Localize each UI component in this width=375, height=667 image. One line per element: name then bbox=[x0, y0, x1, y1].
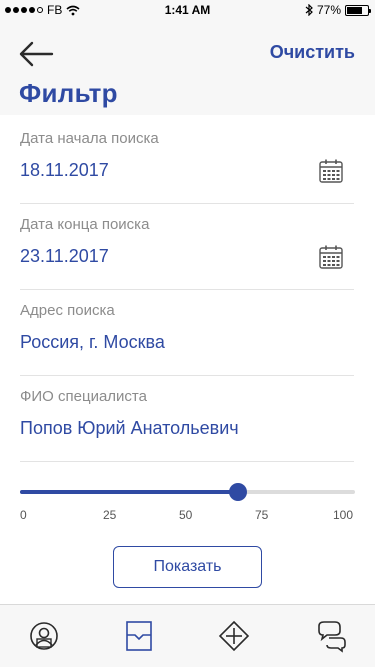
slider-thumb[interactable] bbox=[228, 483, 247, 501]
add-diamond-icon[interactable] bbox=[218, 619, 250, 653]
slider-fill bbox=[20, 490, 238, 494]
slider-tick: 0 bbox=[20, 508, 27, 522]
battery-icon bbox=[345, 4, 371, 16]
bluetooth-icon bbox=[305, 4, 313, 16]
status-right: 77% bbox=[305, 3, 371, 17]
address-field[interactable]: Адрес поиска Россия, г. Москва bbox=[20, 290, 354, 376]
end-date-value[interactable]: 23.11.2017 bbox=[20, 246, 109, 267]
profile-icon[interactable] bbox=[28, 619, 60, 653]
slider-tick: 50 bbox=[179, 508, 193, 522]
end-date-label: Дата конца поиска bbox=[20, 216, 150, 233]
address-label: Адрес поиска bbox=[20, 302, 115, 319]
specialist-name-field[interactable]: ФИО специалиста Попов Юрий Анатольевич bbox=[20, 376, 354, 462]
slider-tick: 75 bbox=[255, 508, 269, 522]
clear-button[interactable]: Очистить bbox=[270, 42, 355, 63]
end-date-field[interactable]: Дата конца поиска 23.11.2017 bbox=[20, 204, 354, 290]
ticket-icon[interactable] bbox=[123, 619, 155, 653]
show-button[interactable]: Показать bbox=[113, 546, 262, 588]
range-slider[interactable] bbox=[20, 480, 355, 504]
specialist-name-value[interactable]: Попов Юрий Анатольевич bbox=[20, 418, 239, 439]
slider-tick: 100 bbox=[333, 508, 354, 522]
arrow-left-icon[interactable] bbox=[16, 40, 56, 68]
bottom-nav bbox=[0, 604, 375, 667]
calendar-icon[interactable] bbox=[318, 158, 344, 184]
start-date-label: Дата начала поиска bbox=[20, 130, 159, 147]
address-value[interactable]: Россия, г. Москва bbox=[20, 332, 165, 353]
slider-track[interactable] bbox=[20, 490, 355, 494]
slider-ticks: 0 25 50 75 100 bbox=[20, 508, 355, 524]
status-bar: FB 1:41 AM 77% bbox=[0, 0, 375, 20]
page-title: Фильтр bbox=[19, 78, 118, 108]
calendar-icon[interactable] bbox=[318, 244, 344, 270]
start-date-value[interactable]: 18.11.2017 bbox=[20, 160, 109, 181]
specialist-name-label: ФИО специалиста bbox=[20, 388, 147, 405]
header: Очистить Фильтр bbox=[0, 20, 375, 115]
start-date-field[interactable]: Дата начала поиска 18.11.2017 bbox=[20, 118, 354, 204]
slider-tick: 25 bbox=[103, 508, 117, 522]
chat-bubbles-icon[interactable] bbox=[316, 619, 348, 653]
battery-percent: 77% bbox=[316, 3, 341, 17]
